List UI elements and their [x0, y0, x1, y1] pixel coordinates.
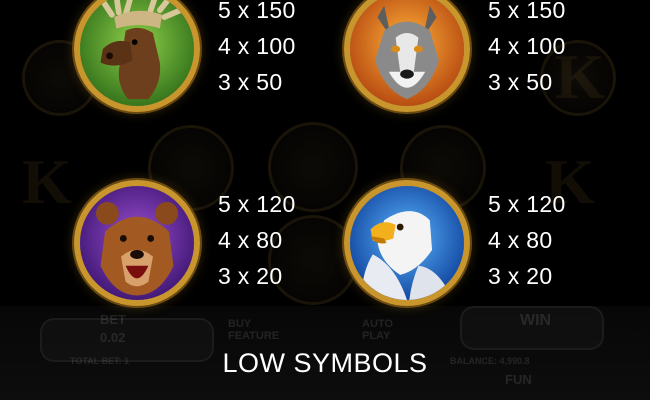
- payout-5-of-a-kind: 5 x 150: [218, 0, 296, 23]
- payout-3-of-a-kind: 3 x 20: [488, 263, 553, 289]
- payout-3-of-a-kind: 3 x 50: [218, 69, 283, 95]
- background-k-symbol: K: [22, 146, 72, 217]
- background-bet-label: BET: [100, 312, 126, 327]
- payout-5-of-a-kind: 5 x 120: [488, 191, 566, 217]
- payout-5-of-a-kind: 5 x 150: [488, 0, 566, 23]
- background-buy-feature: BUY FEATURE: [228, 318, 280, 342]
- payout-3-of-a-kind: 3 x 20: [218, 263, 283, 289]
- payout-5-of-a-kind: 5 x 120: [218, 191, 296, 217]
- eagle-icon: [344, 180, 470, 306]
- payout-3-of-a-kind: 3 x 50: [488, 69, 553, 95]
- payout-4-of-a-kind: 4 x 80: [488, 227, 553, 253]
- payout-4-of-a-kind: 4 x 80: [218, 227, 283, 253]
- background-auto-play: AUTO PLAY: [362, 318, 393, 342]
- payout-4-of-a-kind: 4 x 100: [218, 33, 296, 59]
- payout-4-of-a-kind: 4 x 100: [488, 33, 566, 59]
- section-title: LOW SYMBOLS: [222, 348, 428, 378]
- background-bet-value: 0.02: [100, 330, 126, 345]
- bear-icon: [74, 180, 200, 306]
- background-win-label: WIN: [520, 312, 552, 329]
